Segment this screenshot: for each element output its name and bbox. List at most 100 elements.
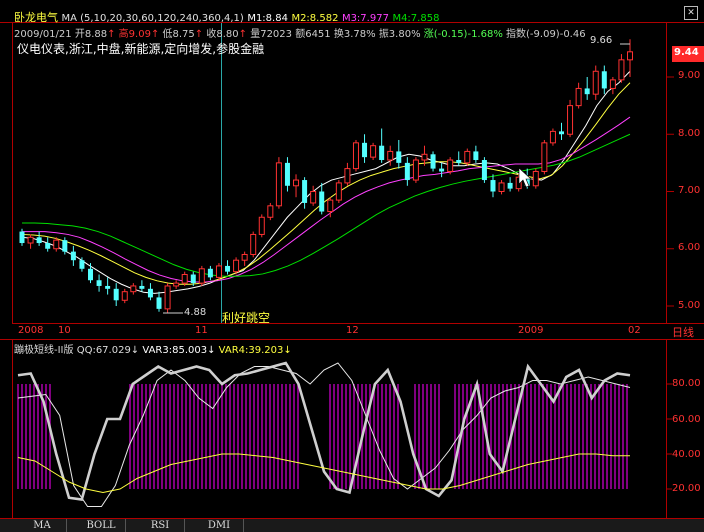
high-label: 9.66 [590,35,613,46]
price-tick-600: 6.00 [678,242,701,253]
candle-body [362,142,368,158]
candle-body [70,251,76,261]
indicator-var3: VAR3:85.003↓ [142,345,216,356]
candle-body [293,179,300,187]
stock-terminal: { "header": { "stock_name": "卧龙电气", "ma_… [0,0,704,532]
candle-body [36,237,42,244]
candle-body [147,288,153,298]
time-label-oct: 10 [58,325,71,336]
candle-body [207,268,213,278]
concept-tags: 仪电仪表,浙江,中盘,新能源,定向增发,参股金融 [17,42,265,56]
indicator-stripes [17,384,628,489]
low-label: 4.88 [184,307,207,318]
indicator-title[interactable]: 蹦极短线-II版 [14,345,74,356]
candle-body [558,131,564,135]
close-icon[interactable]: ✕ [684,6,698,20]
candle-body [53,239,60,250]
candle-body [627,51,633,61]
candle-body [225,265,231,272]
price-tick-700: 7.00 [678,185,701,196]
indicator-header: 蹦极短线-II版 QQ:67.029↓ VAR3:85.003↓ VAR4:39… [14,341,292,356]
price-tick-800: 8.00 [678,128,701,139]
candle-body [447,159,454,172]
time-label-feb: 02 [628,325,641,336]
period-label[interactable]: 日线 [672,324,694,340]
candle-body [549,130,556,144]
time-label-dec: 12 [346,325,359,336]
candle-body [490,180,496,192]
time-label-2009: 2009 [518,325,544,336]
candle-body [302,180,308,203]
tab-boll[interactable]: BOLL [77,519,126,532]
candle-body [473,151,479,161]
candle-body [27,236,34,244]
candle-body [421,153,428,161]
candle-body [601,71,607,89]
quote-row: 2009/01/21 开8.88↑ 高9.09↑ 低8.75↑ 收8.80↑ 量… [14,29,586,40]
tab-dmi[interactable]: DMI [195,519,244,532]
candle-body [404,162,410,181]
candle-body [310,191,317,204]
candle-body [370,145,377,158]
candle-body [319,191,325,212]
price-tick-500: 5.00 [678,300,701,311]
price-tick-900: 9.00 [678,70,701,81]
candle-body [575,87,582,107]
ma-m2: M2:8.582 [291,13,339,24]
candle-body [156,297,162,309]
candle-body [139,285,145,289]
ma-m3: M3:7.977 [341,13,389,24]
candle-body [105,285,111,289]
indicator-var4: VAR4:39.203↓ [218,345,292,356]
news-label[interactable]: 利好跳空 [222,309,270,326]
candle-body [284,162,290,186]
candle-body [507,182,513,189]
candle-body [241,253,248,261]
candle-body [198,268,205,284]
quote-low: 低8.75 [162,29,195,40]
current-price-label: 9.44 [674,47,699,58]
candle-body [532,170,539,187]
quote-turnover: 换3.78% [333,29,376,40]
indicator-tabs: MA BOLL RSI DMI [0,519,704,532]
time-label-nov: 11 [195,325,208,336]
ma-params: MA (5,10,20,30,60,120,240,360,4,1) [61,13,244,24]
candle-body [327,199,334,213]
stock-name[interactable]: 卧龙电气 [14,11,58,24]
ind-tick-20: 20.00 [672,483,701,494]
price-axis [667,76,674,307]
ma-m1: M1:8.84 [247,13,288,24]
tab-ma[interactable]: MA [18,519,67,532]
quote-change: 涨(-0.15)-1.68% [423,29,503,40]
ind-tick-60: 60.00 [672,414,701,425]
indicator-axis [667,383,672,490]
candle-body [113,288,119,301]
candle-body [267,205,274,218]
candle-body [233,259,240,273]
candle-body [130,285,137,293]
ind-tick-80: 80.00 [672,378,701,389]
candle-body [335,182,342,201]
candle-body [609,79,616,89]
candle-body [412,159,419,181]
quote-close: 收8.80 [206,29,239,40]
ma-line-magenta [22,116,631,283]
candle-body [396,151,402,163]
candle-body [250,233,257,255]
price-chart[interactable] [0,0,704,532]
candle-body [164,285,171,310]
indicator-qq: QQ:67.029↓ [76,345,140,356]
candle-body [456,160,462,163]
candle-body [541,142,548,172]
candle-body [618,59,625,81]
candle-body [88,268,94,281]
candle-body [430,154,436,169]
tab-rsi[interactable]: RSI [136,519,185,532]
candle-body [481,160,487,181]
candle-body [79,260,85,269]
quote-open: 开8.88 [74,29,108,40]
candle-body [19,231,25,244]
candle-body [275,162,282,207]
candle-body [439,168,445,172]
indicator-frame [12,339,667,519]
